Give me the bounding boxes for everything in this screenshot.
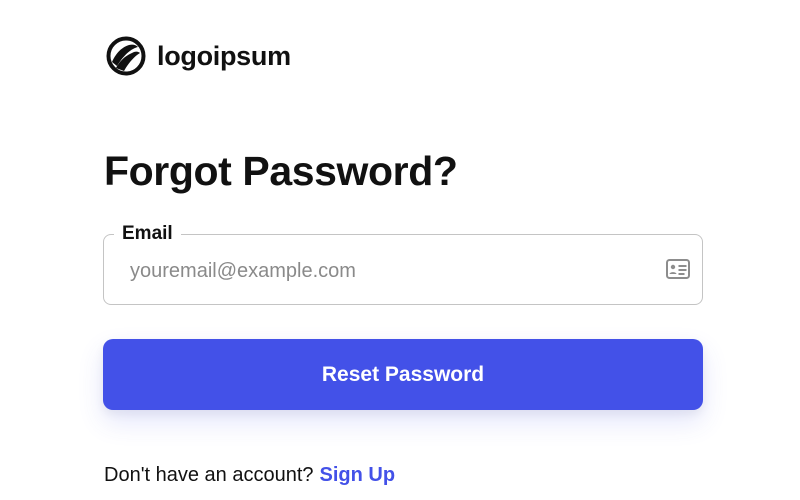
- reset-password-button[interactable]: Reset Password: [103, 339, 703, 410]
- email-input[interactable]: [130, 256, 650, 286]
- page-title: Forgot Password?: [104, 148, 458, 194]
- signup-link[interactable]: Sign Up: [320, 464, 396, 486]
- logo-icon: [106, 36, 146, 76]
- brand-name: logoipsum: [157, 40, 291, 71]
- forgot-password-page: logoipsum Forgot Password? Email Reset P…: [0, 0, 800, 500]
- id-card-icon: [666, 259, 690, 279]
- email-label: Email: [114, 222, 181, 246]
- signup-prompt: Don't have an account? Sign Up: [104, 464, 395, 487]
- signup-prompt-text: Don't have an account?: [104, 464, 314, 486]
- brand: logoipsum: [105, 35, 291, 77]
- email-field[interactable]: Email: [103, 222, 703, 305]
